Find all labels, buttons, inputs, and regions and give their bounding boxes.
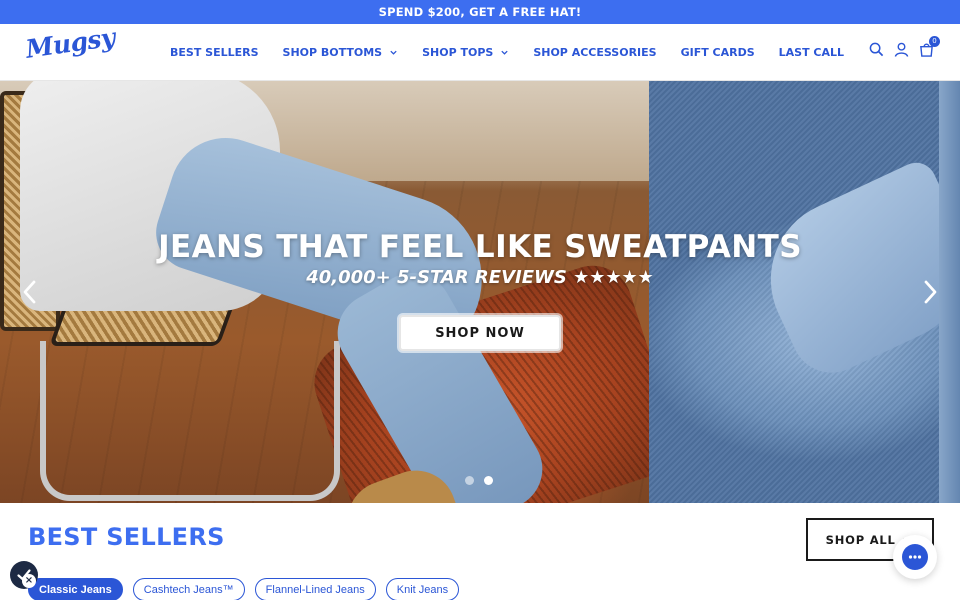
carousel-dot-1[interactable] — [465, 476, 474, 485]
category-filters: Classic Jeans Cashtech Jeans™ Flannel-Li… — [28, 578, 460, 600]
search-icon[interactable] — [869, 42, 884, 57]
promo-text[interactable]: SPEND $200, GET A FREE HAT! — [379, 5, 582, 19]
hero-subtitle: 40,000+ 5-STAR REVIEWS ★★★★★ — [306, 267, 654, 288]
carousel-dot-2[interactable] — [484, 476, 493, 485]
filter-flannel-lined-jeans[interactable]: Flannel-Lined Jeans — [254, 578, 376, 600]
nav-label: LAST CALL — [778, 45, 845, 59]
nav-shop-bottoms[interactable]: SHOP BOTTOMS — [283, 46, 399, 59]
cart-button[interactable]: 0 — [919, 36, 940, 57]
nav-shop-tops[interactable]: SHOP TOPS — [422, 46, 509, 59]
chat-icon — [902, 544, 928, 570]
close-icon[interactable]: × — [22, 574, 36, 588]
chevron-right-icon[interactable] — [920, 277, 940, 307]
nav-label: SHOP ACCESSORIES — [533, 45, 657, 59]
chat-button[interactable] — [893, 535, 937, 579]
filter-cashtech-jeans[interactable]: Cashtech Jeans™ — [132, 578, 245, 600]
promo-bar[interactable]: SPEND $200, GET A FREE HAT! — [0, 0, 960, 24]
hero-title: JEANS THAT FEEL LIKE SWEATPANTS — [158, 229, 802, 265]
best-sellers-title: BEST SELLERS — [28, 523, 225, 551]
nav-best-sellers[interactable]: BEST SELLERS — [170, 46, 259, 59]
nav-label: SHOP TOPS — [422, 45, 494, 59]
hero-carousel[interactable]: JEANS THAT FEEL LIKE SWEATPANTS 40,000+ … — [0, 81, 960, 503]
cart-count-badge: 0 — [929, 36, 940, 47]
hero-content: JEANS THAT FEEL LIKE SWEATPANTS 40,000+ … — [0, 81, 960, 503]
brand-logo[interactable]: Mugsy — [24, 23, 117, 64]
nav-label: BEST SELLERS — [170, 45, 259, 59]
chat-bubble-icon — [908, 555, 922, 559]
chevron-down-icon — [390, 50, 397, 55]
shop-now-button[interactable]: SHOP NOW — [399, 315, 561, 351]
chevron-down-icon — [501, 50, 508, 55]
filter-knit-jeans[interactable]: Knit Jeans — [385, 578, 460, 600]
nav-label: GIFT CARDS — [680, 45, 755, 59]
main-nav: BEST SELLERS SHOP BOTTOMS SHOP TOPS SHOP… — [170, 24, 868, 80]
header-icons: 0 — [869, 36, 940, 57]
shop-all-label: SHOP ALL — [825, 532, 896, 547]
nav-label: SHOP BOTTOMS — [282, 45, 383, 59]
chevron-left-icon[interactable] — [20, 277, 40, 307]
nav-last-call[interactable]: LAST CALL — [779, 46, 844, 59]
nav-gift-cards[interactable]: GIFT CARDS — [681, 46, 755, 59]
nav-shop-accessories[interactable]: SHOP ACCESSORIES — [533, 46, 656, 59]
carousel-dots — [465, 476, 493, 485]
account-icon[interactable] — [894, 42, 909, 57]
filter-classic-jeans[interactable]: Classic Jeans — [28, 578, 123, 600]
site-header: Mugsy BEST SELLERS SHOP BOTTOMS SHOP TOP… — [0, 23, 960, 81]
